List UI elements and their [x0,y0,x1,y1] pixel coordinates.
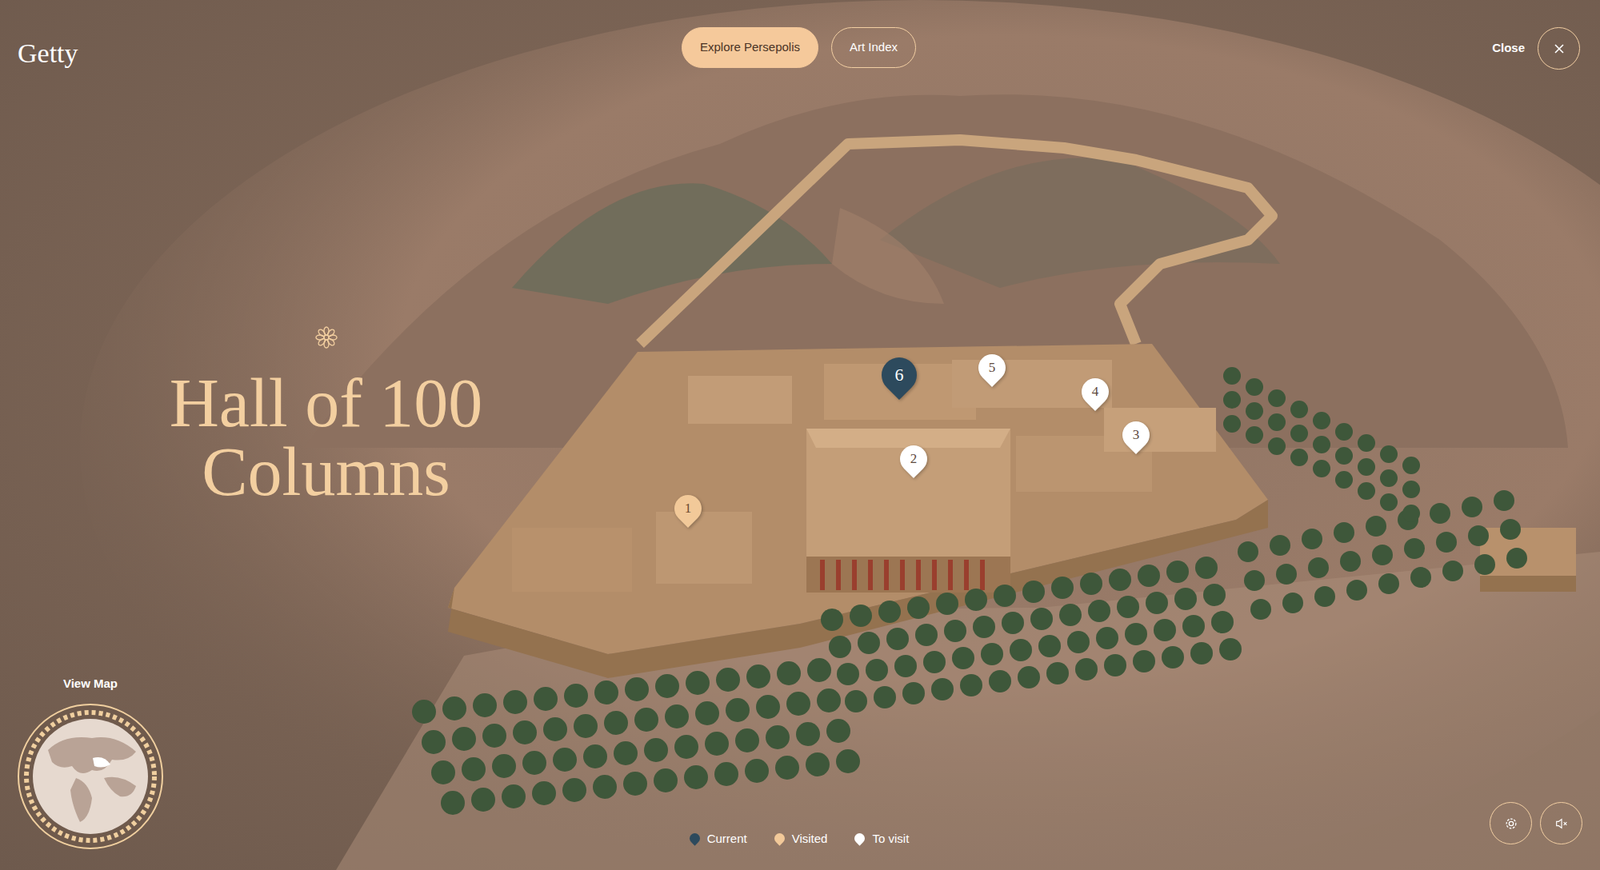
view-map[interactable]: View Map [16,675,165,852]
close-icon [1552,42,1566,56]
mute-icon [1554,816,1569,832]
pin-number: 6 [881,357,917,393]
pin-number: 4 [1081,378,1109,406]
nav-tab[interactable]: Art Index [831,27,916,68]
legend-item: Current [689,830,748,849]
map-pin[interactable]: 4 [1081,378,1109,413]
legend-label: Current [707,830,748,849]
location-title: Hall of 100 Columns [118,368,535,507]
pin-number: 3 [1122,421,1150,449]
flower-icon [314,325,339,350]
map-pin[interactable]: 6 [881,357,917,402]
legend-label: Visited [792,830,828,849]
map-pin[interactable]: 5 [978,354,1006,389]
map-pin[interactable]: 1 [674,495,702,530]
sound-button[interactable] [1540,802,1583,845]
pin-number: 2 [900,445,928,473]
persepolis-view[interactable]: Getty Explore PersepolisArt Index Close … [0,0,1600,870]
settings-button[interactable] [1489,802,1532,845]
close-button[interactable] [1537,27,1580,70]
close-label[interactable]: Close [1492,39,1525,58]
pin-number: 1 [674,495,702,523]
map-pin[interactable]: 2 [900,445,928,480]
legend-item: To visit [854,830,909,849]
view-map-label[interactable]: View Map [16,675,165,694]
legend-pin-icon [772,832,787,847]
legend-pin-icon [687,832,702,847]
legend-pin-icon [852,832,868,847]
nav-tab[interactable]: Explore Persepolis [681,27,819,68]
legend-label: To visit [872,830,909,849]
globe-icon[interactable] [16,702,165,852]
map-pin[interactable]: 3 [1122,421,1150,456]
gear-icon [1504,816,1519,832]
pin-number: 5 [978,354,1006,382]
tree-grove [412,367,1528,816]
getty-logo[interactable]: Getty [17,40,79,68]
legend-item: Visited [774,830,828,849]
